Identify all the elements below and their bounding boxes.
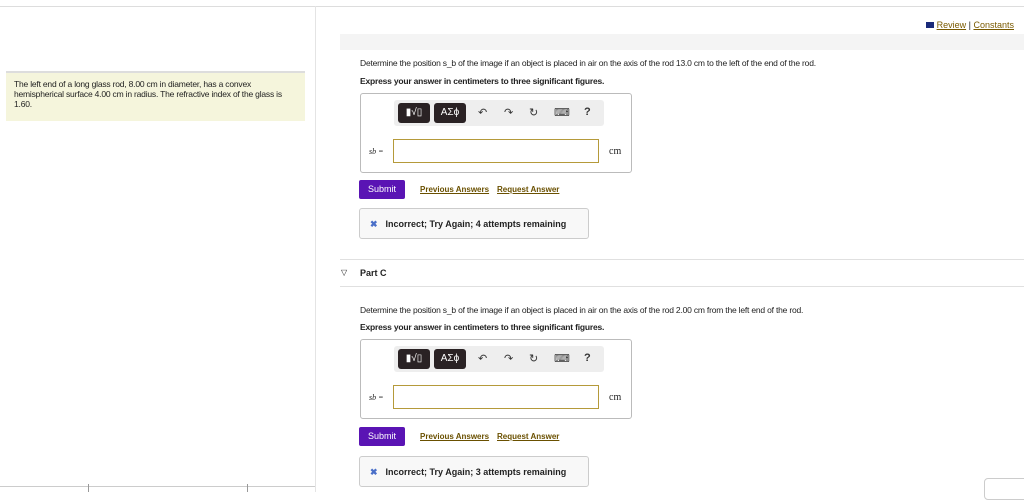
partc-answer-box: ▮√▯ ΑΣϕ ↶ ↷ ↻ ⌨ ? sb = cm (360, 339, 632, 419)
partb-request-answer-link[interactable]: Request Answer (497, 185, 559, 194)
unit-label: cm (609, 392, 622, 403)
help-icon[interactable]: ? (584, 106, 591, 118)
math-toolbar: ▮√▯ ΑΣϕ ↶ ↷ ↻ ⌨ ? (394, 100, 604, 126)
partb-answer-input[interactable] (393, 139, 599, 163)
corner-widget[interactable] (984, 478, 1024, 500)
column-divider (315, 6, 316, 492)
greek-button[interactable]: ΑΣϕ (434, 349, 466, 369)
part-header-band (340, 34, 1024, 50)
math-toolbar: ▮√▯ ΑΣϕ ↶ ↷ ↻ ⌨ ? (394, 346, 604, 372)
reset-icon[interactable]: ↻ (529, 352, 538, 365)
redo-icon[interactable]: ↷ (504, 352, 513, 365)
bottom-divider (0, 486, 315, 487)
partb-instruction: Express your answer in centimeters to th… (360, 76, 605, 86)
book-icon (925, 22, 934, 28)
incorrect-icon: ✖ (370, 219, 378, 229)
partb-previous-answers-link[interactable]: Previous Answers (420, 185, 489, 194)
variable-label: sb = (369, 147, 384, 156)
partb-answer-box: ▮√▯ ΑΣϕ ↶ ↷ ↻ ⌨ ? sb = cm (360, 93, 632, 173)
partc-previous-answers-link[interactable]: Previous Answers (420, 432, 489, 441)
review-link[interactable]: Review (937, 20, 967, 30)
templates-button[interactable]: ▮√▯ (398, 349, 430, 369)
constants-link[interactable]: Constants (973, 20, 1014, 30)
unit-label: cm (609, 146, 622, 157)
partb-question: Determine the position s_b of the image … (360, 58, 816, 68)
undo-icon[interactable]: ↶ (478, 352, 487, 365)
templates-button[interactable]: ▮√▯ (398, 103, 430, 123)
keyboard-icon[interactable]: ⌨ (554, 106, 570, 119)
incorrect-icon: ✖ (370, 467, 378, 477)
partc-submit-button[interactable]: Submit (359, 427, 405, 446)
partc-title[interactable]: Part C (360, 268, 387, 278)
partc-feedback: ✖ Incorrect; Try Again; 3 attempts remain… (359, 456, 589, 487)
partb-submit-button[interactable]: Submit (359, 180, 405, 199)
partb-feedback: ✖ Incorrect; Try Again; 4 attempts remain… (359, 208, 589, 239)
header-links: Review | Constants (925, 20, 1014, 30)
top-divider (0, 6, 1024, 7)
part-divider (340, 286, 1024, 287)
partc-instruction: Express your answer in centimeters to th… (360, 322, 605, 332)
help-icon[interactable]: ? (584, 352, 591, 364)
greek-button[interactable]: ΑΣϕ (434, 103, 466, 123)
problem-statement: The left end of a long glass rod, 8.00 c… (6, 71, 305, 121)
variable-label: sb = (369, 393, 384, 402)
part-divider (340, 259, 1024, 260)
partc-question: Determine the position s_b of the image … (360, 305, 804, 315)
partc-request-answer-link[interactable]: Request Answer (497, 432, 559, 441)
tick (247, 484, 248, 492)
tick (88, 484, 89, 492)
keyboard-icon[interactable]: ⌨ (554, 352, 570, 365)
reset-icon[interactable]: ↻ (529, 106, 538, 119)
undo-icon[interactable]: ↶ (478, 106, 487, 119)
redo-icon[interactable]: ↷ (504, 106, 513, 119)
partc-answer-input[interactable] (393, 385, 599, 409)
collapse-icon[interactable]: ▽ (341, 268, 347, 277)
